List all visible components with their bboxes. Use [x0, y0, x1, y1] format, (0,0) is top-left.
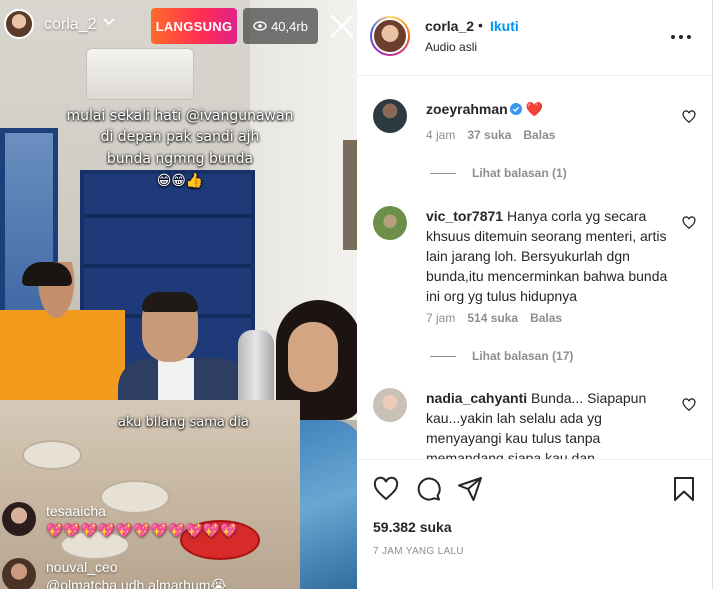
live-comment: tesaaicha 💖💖💖💖💖💖💖💖💖💖💖	[0, 500, 357, 550]
live-comment-username[interactable]: nouval_ceo	[46, 559, 118, 575]
reply-button[interactable]: Balas	[523, 128, 555, 142]
more-icon[interactable]	[669, 30, 693, 44]
host-username[interactable]: corla_2	[44, 16, 96, 34]
like-heart-icon[interactable]	[373, 476, 399, 502]
live-comment-text: @olmatcha udh almarhum😭	[46, 577, 227, 589]
live-comment-avatar[interactable]	[2, 502, 36, 536]
comment-meta: 4 jam 37 suka Balas	[426, 128, 555, 142]
comment-time[interactable]: 4 jam	[426, 128, 455, 142]
view-replies-label: Lihat balasan (17)	[472, 349, 574, 363]
comment-text: ❤️	[525, 101, 544, 117]
comment-likes[interactable]: 514 suka	[467, 311, 518, 325]
comment-avatar[interactable]	[373, 388, 407, 422]
host-avatar[interactable]	[4, 9, 34, 39]
comment-time[interactable]: 7 jam	[426, 311, 455, 325]
follow-button[interactable]: Ikuti	[490, 18, 519, 34]
share-icon[interactable]	[457, 476, 483, 502]
heart-outline-icon[interactable]	[682, 110, 696, 124]
view-replies[interactable]: Lihat balasan (17)	[430, 349, 573, 363]
verified-icon	[509, 103, 522, 115]
comment-body: nadia_cahyanti Bunda... Siapapun kau...y…	[426, 388, 672, 459]
live-badge: LANGSUNG	[151, 8, 237, 44]
live-comment: nouval_ceo @olmatcha udh almarhum😭	[0, 556, 357, 589]
comment-username[interactable]: nadia_cahyanti	[426, 390, 527, 406]
heart-outline-icon[interactable]	[682, 398, 696, 412]
post-header: corla_2 • Ikuti Audio asli	[357, 0, 713, 76]
like-count[interactable]: 59.382 suka	[373, 519, 452, 535]
caption-line: bunda ngmng bunda	[106, 151, 254, 167]
comment-avatar[interactable]	[373, 206, 407, 240]
caption-line: di depan pak sandi ajh	[100, 129, 260, 145]
eye-icon	[253, 21, 267, 31]
live-comment-avatar[interactable]	[2, 558, 36, 589]
viewer-count[interactable]: 40,4rb	[243, 8, 318, 44]
separator-dot: •	[478, 17, 483, 33]
bookmark-icon[interactable]	[671, 476, 697, 502]
comment-icon[interactable]	[415, 476, 441, 502]
view-replies[interactable]: Lihat balasan (1)	[430, 166, 567, 180]
comment-item: zoeyrahman ❤️ 4 jam 37 suka Balas Lihat …	[357, 99, 713, 209]
comment-username[interactable]: vic_tor7871	[426, 208, 503, 224]
post-timestamp[interactable]: 7 JAM YANG LALU	[373, 546, 464, 557]
live-video[interactable]: corla_2 LANGSUNG 40,4rb mulai sekali hat…	[0, 0, 357, 589]
post-author-avatar[interactable]	[370, 16, 410, 56]
page-edge	[713, 0, 719, 589]
comment-likes[interactable]: 37 suka	[467, 128, 511, 142]
chevron-down-icon[interactable]	[102, 14, 116, 28]
comment-item: nadia_cahyanti Bunda... Siapapun kau...y…	[357, 388, 713, 459]
comment-username[interactable]: zoeyrahman	[426, 101, 508, 117]
live-comment-text: 💖💖💖💖💖💖💖💖💖💖💖	[46, 522, 238, 538]
live-top-bar: corla_2 LANGSUNG 40,4rb	[0, 0, 357, 56]
comment-avatar[interactable]	[373, 99, 407, 133]
reply-button[interactable]: Balas	[530, 311, 562, 325]
viewer-count-label: 40,4rb	[271, 18, 308, 34]
video-person-orange	[0, 262, 125, 422]
close-icon[interactable]	[329, 13, 355, 39]
heart-outline-icon[interactable]	[682, 216, 696, 230]
live-comment-username[interactable]: tesaaicha	[46, 503, 106, 519]
comment-body: zoeyrahman ❤️	[426, 99, 672, 119]
comments-list[interactable]: zoeyrahman ❤️ 4 jam 37 suka Balas Lihat …	[357, 77, 713, 459]
post-actions: 59.382 suka 7 JAM YANG LALU	[357, 459, 713, 589]
live-badge-label: LANGSUNG	[155, 18, 233, 34]
comment-meta: 7 jam 514 suka Balas	[426, 311, 562, 325]
caption-line: mulai sekali hati @ivangunawan	[66, 108, 294, 124]
post-author-username[interactable]: corla_2	[425, 18, 474, 34]
audio-label[interactable]: Audio asli	[425, 40, 477, 54]
caption-mid: aku bilang sama dia	[118, 415, 249, 430]
view-replies-label: Lihat balasan (1)	[472, 166, 567, 180]
comment-body: vic_tor7871 Hanya corla yg secara khsuus…	[426, 206, 672, 306]
comment-item: vic_tor7871 Hanya corla yg secara khsuus…	[357, 206, 713, 376]
caption-line: 😁😁👍	[156, 173, 204, 189]
post-panel: corla_2 • Ikuti Audio asli zoeyrahman ❤️…	[357, 0, 713, 589]
video-picture-frame	[343, 140, 357, 250]
